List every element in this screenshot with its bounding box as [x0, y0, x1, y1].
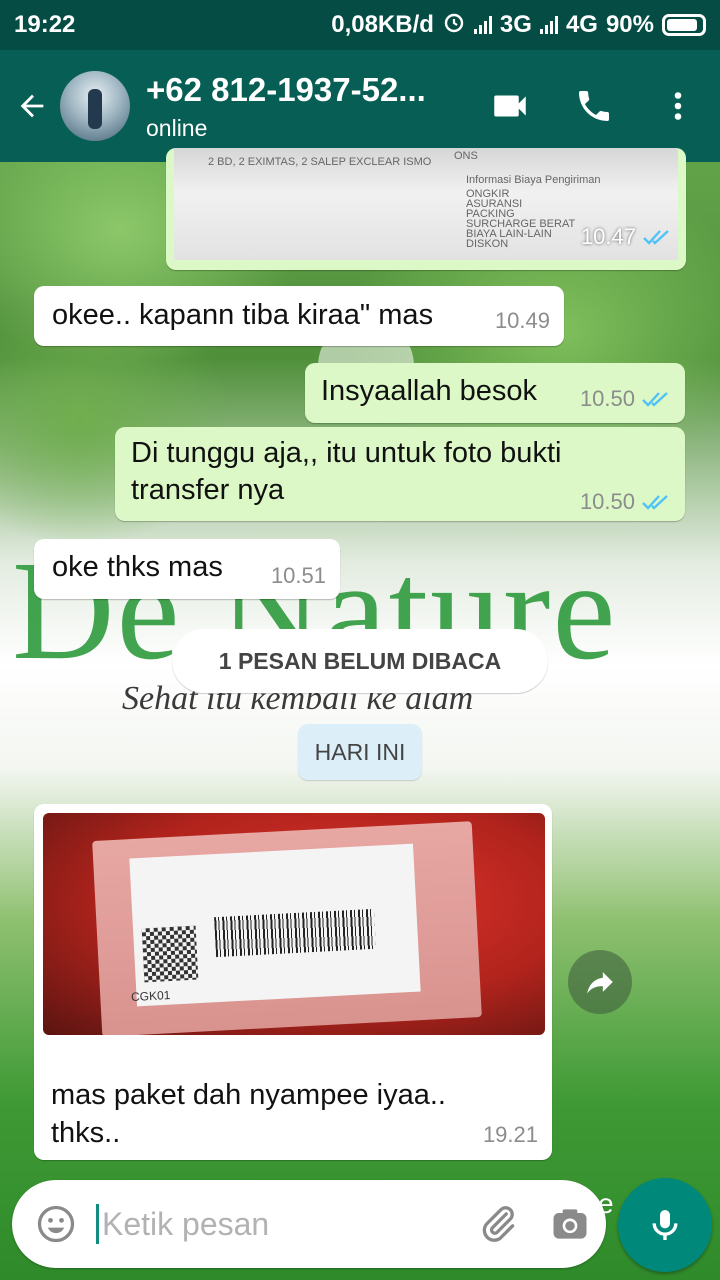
video-call-icon	[494, 95, 526, 117]
image-caption: mas paket dah nyampee iyaa.. thks..	[51, 1079, 446, 1149]
network-type-1: 3G	[499, 11, 532, 38]
camera-icon	[553, 1209, 587, 1239]
message-composer: Ketik pesan	[12, 1180, 606, 1268]
status-bar: 19:22 0,08KB/d 3G 4G 90%	[0, 0, 720, 50]
image-message-receipt[interactable]: 2 BD, 2 EXIMTAS, 2 SALEP EXCLEAR ISMO ON…	[166, 148, 686, 270]
more-vert-icon	[674, 92, 682, 120]
microphone-icon	[652, 1210, 678, 1240]
message-outgoing[interactable]: Di tunggu aja,, itu untuk foto bukti tra…	[115, 427, 685, 521]
signal-icon-2	[539, 16, 558, 34]
message-incoming[interactable]: okee.. kapann tiba kiraa" mas 10.49	[34, 286, 564, 346]
alarm-icon	[442, 10, 466, 41]
date-divider: HARI INI	[298, 724, 422, 780]
more-options-button[interactable]	[636, 64, 720, 148]
receipt-line: Informasi Biaya Pengiriman	[466, 174, 601, 186]
voice-record-button[interactable]	[618, 1178, 712, 1272]
message-outgoing[interactable]: Insyaallah besok 10.50	[305, 363, 685, 423]
network-type-2: 4G	[565, 11, 598, 38]
package-photo[interactable]: CGK01	[43, 813, 545, 1035]
battery-icon	[662, 14, 706, 36]
battery-percent: 90%	[605, 11, 654, 38]
back-button[interactable]	[4, 50, 60, 162]
message-time: 10.51	[270, 563, 326, 588]
attach-button[interactable]	[462, 1202, 534, 1246]
camera-button[interactable]	[534, 1202, 606, 1246]
message-incoming[interactable]: oke thks mas 10.51	[34, 539, 340, 599]
message-time-text: 10.47	[580, 224, 636, 249]
network-speed: 0,08KB/d	[331, 11, 434, 38]
receipt-line: DISKON	[466, 238, 509, 250]
forward-icon	[587, 972, 613, 994]
signal-icon	[473, 16, 492, 34]
message-time: 10.49	[494, 308, 550, 333]
read-ticks-icon	[643, 230, 669, 245]
message-text: okee.. kapann tiba kiraa" mas	[52, 299, 434, 331]
message-text: oke thks mas	[52, 551, 223, 583]
forward-button[interactable]	[568, 950, 632, 1014]
read-ticks-icon	[642, 392, 668, 407]
message-time-text: 10.50	[579, 386, 635, 411]
message-input-placeholder: Ketik pesan	[102, 1206, 270, 1242]
label-code: CGK01	[130, 987, 171, 1005]
unread-messages-banner: 1 PESAN BELUM DIBACA	[172, 629, 548, 693]
image-message-package[interactable]: CGK01 mas paket dah nyampee iyaa.. thks.…	[34, 804, 552, 1160]
qr-code	[141, 925, 199, 983]
contact-avatar[interactable]	[60, 71, 130, 141]
message-time: 19.21	[482, 1122, 538, 1147]
receipt-line: ONS	[454, 150, 478, 162]
chat-header: +62 812-1937-52... online	[0, 50, 720, 162]
video-call-button[interactable]	[468, 64, 552, 148]
back-arrow-icon	[20, 94, 44, 118]
message-text: Di tunggu aja,, itu untuk foto bukti tra…	[131, 437, 562, 506]
message-text: Insyaallah besok	[321, 375, 538, 407]
message-input[interactable]: Ketik pesan	[96, 1202, 462, 1246]
text-caret	[96, 1204, 99, 1244]
emoji-icon	[37, 1205, 75, 1243]
contact-name: +62 812-1937-52...	[146, 70, 426, 108]
message-time: 10.50	[580, 489, 671, 515]
message-time: 10.50	[580, 386, 671, 412]
emoji-button[interactable]	[16, 1202, 96, 1246]
barcode	[214, 908, 376, 958]
contact-presence: online	[146, 114, 208, 141]
receipt-line: 2 BD, 2 EXIMTAS, 2 SALEP EXCLEAR ISMO	[208, 156, 432, 168]
contact-info[interactable]: +62 812-1937-52... online	[146, 71, 468, 142]
message-time: 10.47	[581, 224, 672, 250]
paperclip-icon	[482, 1206, 515, 1242]
voice-call-button[interactable]	[552, 64, 636, 148]
read-ticks-icon	[642, 495, 668, 510]
status-time: 19:22	[14, 11, 76, 38]
message-time-text: 10.50	[579, 489, 635, 514]
phone-icon	[579, 91, 609, 121]
